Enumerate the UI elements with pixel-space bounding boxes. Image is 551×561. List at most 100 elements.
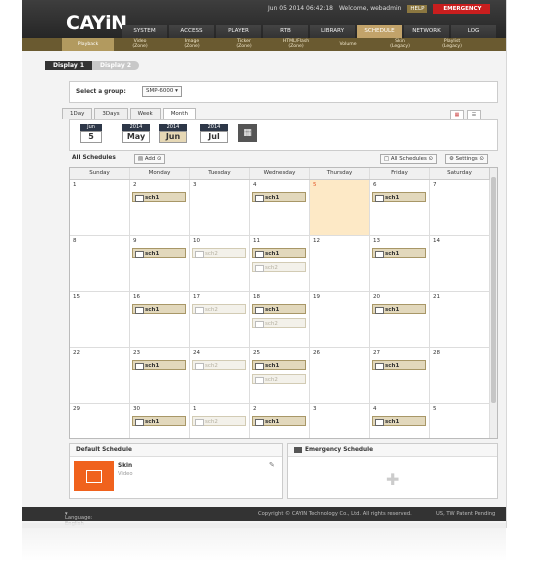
skin-thumbnail[interactable] [74, 461, 114, 491]
day-cell[interactable]: 15 [70, 292, 130, 348]
schedule-event-sch1[interactable]: sch1 [252, 304, 306, 314]
day-cell[interactable]: 29 [70, 404, 130, 438]
day-cell[interactable]: 16 sch1 [130, 292, 190, 348]
tab-month[interactable]: Month [162, 108, 196, 119]
day-cell[interactable]: 13 sch1 [370, 236, 430, 292]
schedule-event-sch1[interactable]: sch1 [252, 416, 306, 426]
subnav-video-zone[interactable]: Video (Zone) [114, 38, 166, 51]
day-cell[interactable]: 12 [310, 236, 370, 292]
add-button[interactable]: ▤ Add ⊙ [134, 154, 166, 164]
nav-player[interactable]: PLAYER [216, 25, 261, 38]
nav-library[interactable]: LIBRARY [310, 25, 355, 38]
day-cell[interactable]: 3 [310, 404, 370, 438]
nav-rtb[interactable]: RTB [263, 25, 308, 38]
schedule-event-sch2[interactable]: sch2 [192, 304, 246, 314]
settings-button[interactable]: ⚙ Settings ⊙ [445, 154, 488, 164]
calendar-scrollbar[interactable] [489, 168, 497, 438]
tab-3days[interactable]: 3Days [94, 108, 128, 119]
day-cell[interactable]: 30 sch1 [130, 404, 190, 438]
nav-network[interactable]: NETWORK [404, 25, 449, 38]
month-next[interactable]: 2014 Jul [200, 124, 228, 143]
month-prev[interactable]: 2014 May [122, 124, 150, 143]
schedule-event-sch1[interactable]: sch1 [132, 416, 186, 426]
schedule-event-sch1[interactable]: sch1 [372, 192, 426, 202]
day-cell[interactable]: 7 [430, 180, 490, 236]
schedule-icon [135, 195, 144, 202]
day-cell[interactable]: 14 [430, 236, 490, 292]
day-cell[interactable]: 3 [190, 180, 250, 236]
group-select[interactable]: SMP-6000 ▾ [142, 86, 182, 97]
day-cell[interactable]: 10 sch2 [190, 236, 250, 292]
day-cell[interactable]: 2 sch1 [130, 180, 190, 236]
all-schedules-filter[interactable]: □ All Schedules ⊙ [380, 154, 438, 164]
day-cell[interactable]: 20 sch1 [370, 292, 430, 348]
schedule-event-sch2[interactable]: sch2 [192, 248, 246, 258]
day-cell[interactable]: 17 sch2 [190, 292, 250, 348]
tab-1day[interactable]: 1Day [62, 108, 93, 119]
display-2-tab[interactable]: Display 2 [92, 61, 139, 70]
day-cell[interactable]: 4 sch1 [370, 404, 430, 438]
schedule-event-sch1[interactable]: sch1 [372, 304, 426, 314]
schedule-event-label: sch1 [385, 195, 400, 201]
nav-log[interactable]: LOG [451, 25, 496, 38]
day-cell[interactable]: 24 sch2 [190, 348, 250, 404]
subnav-playlist-legacy[interactable]: Playlist (Legacy) [426, 38, 478, 51]
schedule-event-sch1[interactable]: sch1 [132, 192, 186, 202]
day-cell[interactable]: 11 sch1 sch2 [250, 236, 310, 292]
day-cell[interactable]: 19 [310, 292, 370, 348]
day-cell[interactable]: 23 sch1 [130, 348, 190, 404]
scrollbar-thumb[interactable] [491, 177, 496, 403]
schedule-event-sch1[interactable]: sch1 [132, 248, 186, 258]
day-cell-today[interactable]: 5 [310, 180, 370, 236]
schedule-event-sch1[interactable]: sch1 [132, 304, 186, 314]
day-cell[interactable]: 25 sch1 sch2 [250, 348, 310, 404]
schedule-event-sch1[interactable]: sch1 [252, 248, 306, 258]
emergency-button[interactable]: EMERGENCY [433, 3, 490, 14]
day-cell[interactable]: 27 sch1 [370, 348, 430, 404]
schedule-event-sch1[interactable]: sch1 [372, 416, 426, 426]
subnav-html-flash-zone[interactable]: HTML/Flash (Zone) [270, 38, 322, 51]
day-cell[interactable]: 6 sch1 [370, 180, 430, 236]
day-cell[interactable]: 28 [430, 348, 490, 404]
schedule-event-sch1[interactable]: sch1 [252, 192, 306, 202]
subnav-playback[interactable]: Playback [62, 38, 114, 51]
help-button[interactable]: HELP [407, 4, 428, 13]
schedule-icon [195, 363, 204, 370]
month-current[interactable]: 2014 Jun [159, 124, 187, 143]
day-cell[interactable]: 21 [430, 292, 490, 348]
schedule-event-sch1[interactable]: sch1 [372, 360, 426, 370]
schedule-event-sch2[interactable]: sch2 [192, 360, 246, 370]
schedule-event-sch2[interactable]: sch2 [252, 318, 306, 328]
schedule-event-sch1[interactable]: sch1 [252, 360, 306, 370]
subnav-skin-legacy[interactable]: Skin (Legacy) [374, 38, 426, 51]
day-cell[interactable]: 8 [70, 236, 130, 292]
welcome-menu[interactable]: Welcome, webadmin [339, 5, 401, 12]
subnav-image-zone[interactable]: Image (Zone) [166, 38, 218, 51]
subnav-ticker-zone[interactable]: Ticker (Zone) [218, 38, 270, 51]
subnav-volume[interactable]: Volume [322, 38, 374, 51]
calendar-picker-icon[interactable]: ▦ [238, 124, 257, 142]
tab-week[interactable]: Week [129, 108, 161, 119]
day-cell[interactable]: 18 sch1 sch2 [250, 292, 310, 348]
language-selector[interactable]: Language: English ▾ [65, 511, 92, 527]
schedule-event-sch1[interactable]: sch1 [372, 248, 426, 258]
add-emergency-icon[interactable]: ✚ [386, 470, 399, 489]
display-1-tab[interactable]: Display 1 [45, 61, 92, 70]
nav-schedule[interactable]: SCHEDULE [357, 25, 402, 38]
day-cell[interactable]: 2 sch1 [250, 404, 310, 438]
day-cell[interactable]: 9 sch1 [130, 236, 190, 292]
day-cell[interactable]: 26 [310, 348, 370, 404]
schedule-event-sch1[interactable]: sch1 [132, 360, 186, 370]
day-cell[interactable]: 1 sch2 [190, 404, 250, 438]
schedule-event-sch2[interactable]: sch2 [252, 374, 306, 384]
schedule-event-label: sch1 [385, 363, 400, 369]
schedule-event-sch2[interactable]: sch2 [252, 262, 306, 272]
day-cell[interactable]: 1 [70, 180, 130, 236]
day-cell[interactable]: 22 [70, 348, 130, 404]
day-cell[interactable]: 4 sch1 [250, 180, 310, 236]
nav-access[interactable]: ACCESS [169, 25, 214, 38]
day-cell[interactable]: 5 [430, 404, 490, 438]
nav-system[interactable]: SYSTEM [122, 25, 167, 38]
schedule-event-sch2[interactable]: sch2 [192, 416, 246, 426]
edit-icon[interactable]: ✎ [269, 461, 275, 469]
